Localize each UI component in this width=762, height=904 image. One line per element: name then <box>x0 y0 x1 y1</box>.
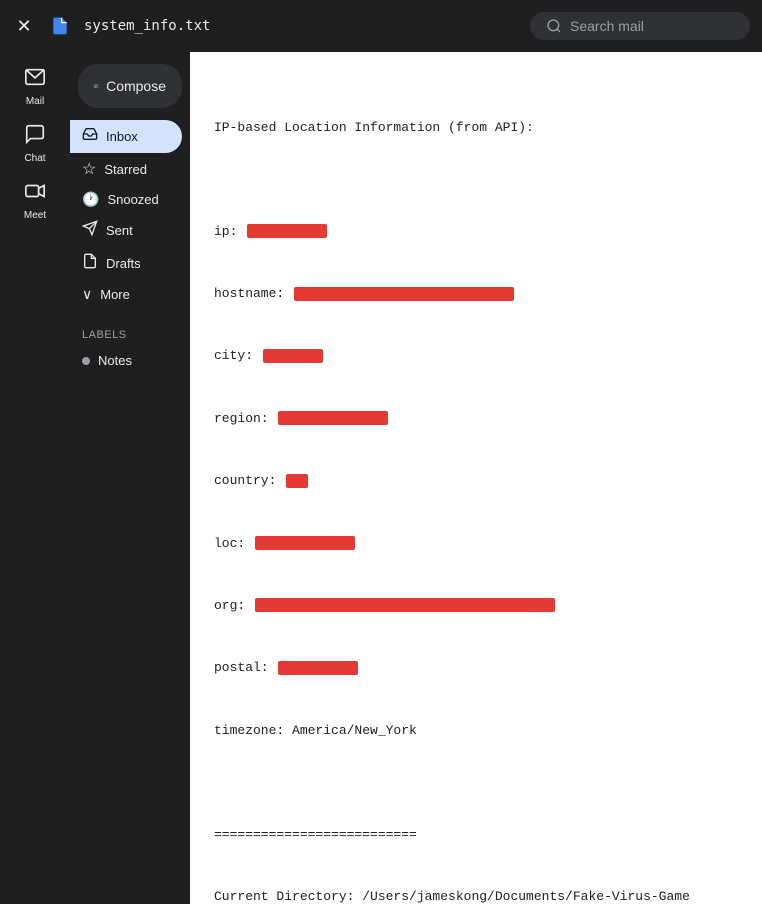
city-redacted <box>263 349 323 363</box>
app-icon <box>48 14 72 38</box>
label-notes-text: Notes <box>98 353 132 368</box>
hostname-line: hostname: <box>214 284 738 305</box>
left-panel: Compose Inbox ☆ Starred 🕐 Snoozed Sent <box>70 52 190 904</box>
country-redacted <box>286 474 308 488</box>
sidebar-item-meet[interactable]: Meet <box>7 174 63 227</box>
nav-item-sent[interactable]: Sent <box>70 214 182 247</box>
region-redacted <box>278 411 388 425</box>
org-line: org: <box>214 596 738 617</box>
nav-sent-label: Sent <box>106 223 133 238</box>
search-bar[interactable] <box>530 12 750 40</box>
inbox-icon <box>82 126 98 147</box>
sent-icon <box>82 220 98 241</box>
nav-drafts-label: Drafts <box>106 256 141 271</box>
hostname-redacted <box>294 287 514 301</box>
sidebar-item-chat[interactable]: Chat <box>7 117 63 170</box>
ip-line: ip: <box>214 222 738 243</box>
main-content: IP-based Location Information (from API)… <box>190 52 762 904</box>
drafts-icon <box>82 253 98 274</box>
ip-redacted <box>247 224 327 238</box>
region-line: region: <box>214 409 738 430</box>
more-icon: ∨ <box>82 286 92 303</box>
postal-redacted <box>278 661 358 675</box>
starred-icon: ☆ <box>82 159 96 179</box>
meet-icon <box>24 180 46 208</box>
compose-button[interactable]: Compose <box>78 64 182 108</box>
close-button[interactable]: ✕ <box>12 14 36 38</box>
label-dot <box>82 357 90 365</box>
nav-starred-label: Starred <box>104 162 147 177</box>
loc-redacted <box>255 536 355 550</box>
topbar: ✕ system_info.txt <box>0 0 762 52</box>
file-title: system_info.txt <box>84 18 518 34</box>
compose-label: Compose <box>106 78 166 94</box>
divider1: ========================== <box>214 825 738 846</box>
search-icon <box>546 18 562 34</box>
mail-icon <box>24 66 46 94</box>
sidebar-meet-label: Meet <box>24 210 46 221</box>
search-input[interactable] <box>570 18 730 34</box>
nav-inbox-label: Inbox <box>106 129 138 144</box>
chat-icon <box>24 123 46 151</box>
current-dir: Current Directory: /Users/jameskong/Docu… <box>214 887 738 904</box>
file-content: IP-based Location Information (from API)… <box>214 76 738 904</box>
sidebar-mail-label: Mail <box>26 96 44 107</box>
nav-item-inbox[interactable]: Inbox <box>70 120 182 153</box>
country-line: country: <box>214 471 738 492</box>
org-redacted <box>255 598 555 612</box>
loc-line: loc: <box>214 534 738 555</box>
sidebar-chat-label: Chat <box>24 153 45 164</box>
sidebar-item-mail[interactable]: Mail <box>7 60 63 113</box>
timezone-line: timezone: America/New_York <box>214 721 738 742</box>
snoozed-icon: 🕐 <box>82 191 99 208</box>
labels-title: Labels <box>82 329 178 341</box>
sidebar: Mail Chat Meet <box>0 52 70 904</box>
nav-snoozed-label: Snoozed <box>107 192 158 207</box>
file-header: IP-based Location Information (from API)… <box>214 118 738 139</box>
compose-icon <box>94 78 98 94</box>
labels-section: Labels Notes <box>70 317 190 384</box>
postal-line: postal: <box>214 658 738 679</box>
city-line: city: <box>214 346 738 367</box>
nav-more-label: More <box>100 287 130 302</box>
nav-item-snoozed[interactable]: 🕐 Snoozed <box>70 185 182 214</box>
nav-item-starred[interactable]: ☆ Starred <box>70 153 182 185</box>
nav-item-drafts[interactable]: Drafts <box>70 247 182 280</box>
nav-item-more[interactable]: ∨ More <box>70 280 182 309</box>
label-item-notes[interactable]: Notes <box>82 349 178 372</box>
